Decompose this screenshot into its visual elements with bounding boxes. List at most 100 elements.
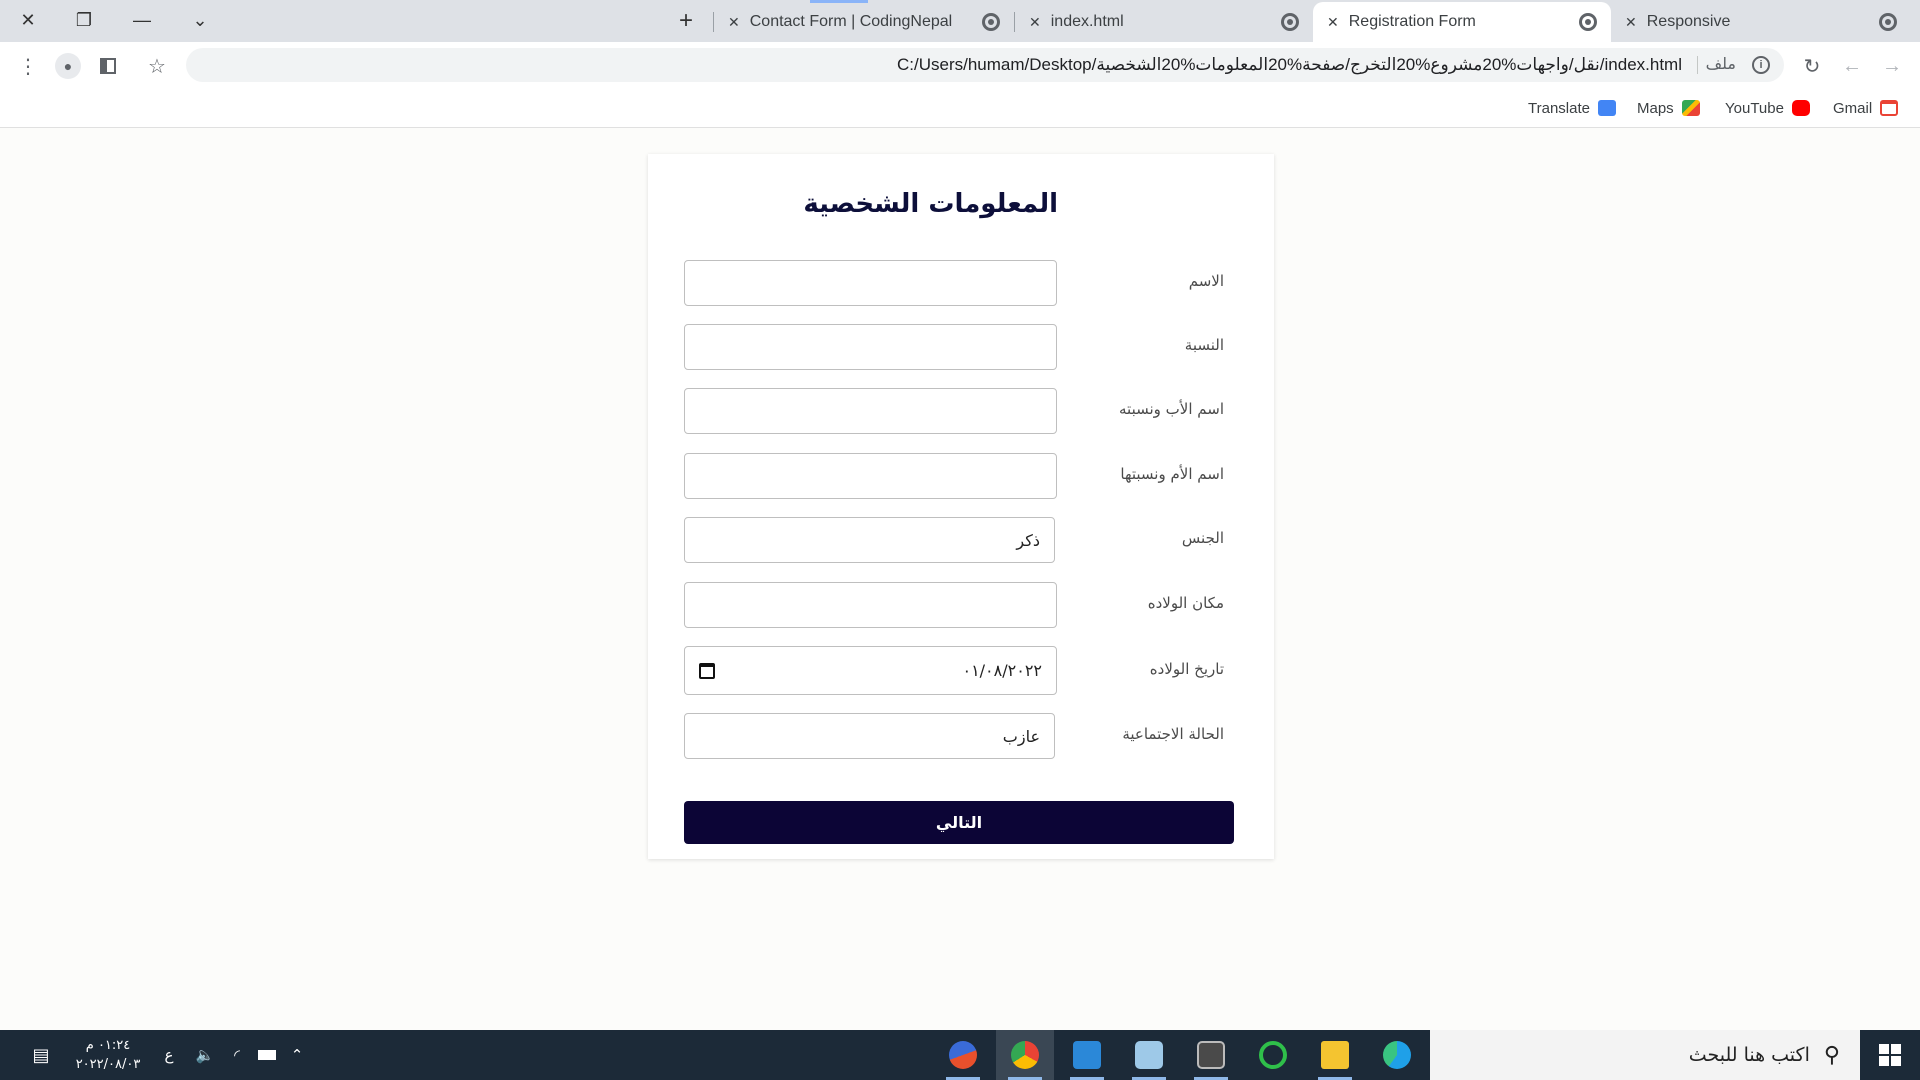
father-name-label: اسم الأب ونسبته (1119, 400, 1224, 418)
birth-place-label: مكان الولاده (1147, 594, 1224, 612)
show-hidden-icons-button[interactable]: ⌃ (284, 1042, 310, 1068)
tab-responsive[interactable]: ✕ Responsive (1611, 2, 1911, 42)
tab-registration-form[interactable]: ✕ Registration Form (1313, 2, 1611, 42)
minimize-window-button[interactable]: — (122, 6, 162, 34)
youtube-icon (1791, 100, 1810, 116)
back-button[interactable]: ← (1836, 50, 1868, 82)
taskbar-app-paint-tool[interactable] (934, 1030, 992, 1080)
birth-place-input[interactable] (684, 582, 1057, 628)
mother-name-input[interactable] (684, 453, 1057, 499)
calendar-icon[interactable] (699, 662, 715, 679)
gender-selected-value: ذكر (1016, 530, 1040, 550)
tab-contact-form[interactable]: ✕ Contact Form | CodingNepal (714, 2, 1014, 42)
language-indicator[interactable]: ع (156, 1042, 182, 1068)
side-panel-icon (100, 58, 116, 74)
close-window-button[interactable]: ✕ (8, 6, 48, 34)
start-button[interactable] (1860, 1030, 1920, 1080)
form-row-mother-name: اسم الأم ونسبتها (684, 453, 1224, 499)
forward-button[interactable]: → (1876, 50, 1908, 82)
personal-info-form: المعلومات الشخصية الاسم النسبة اسم الأب … (648, 154, 1274, 859)
family-name-label: النسبة (1184, 336, 1224, 354)
taskbar-search[interactable]: ⚲ اكتب هنا للبحث (1430, 1030, 1860, 1080)
tab-close-icon[interactable]: ✕ (728, 14, 740, 31)
birth-date-input[interactable]: ٠١/٠٨/٢٠٢٢ (684, 646, 1057, 695)
chrome-icon (1011, 1041, 1039, 1069)
tab-close-icon[interactable]: ✕ (1625, 14, 1637, 31)
bookmark-gmail[interactable]: Gmail (1833, 96, 1899, 120)
translate-icon (1597, 100, 1616, 116)
next-button[interactable]: التالي (684, 801, 1234, 844)
browser-toolbar: ⋮ ● ☆ ⤶ C:/Users/humam/Desktop/نقل/واجها… (0, 42, 1920, 88)
globe-icon (982, 13, 1000, 31)
globe-icon (1879, 13, 1897, 31)
tab-close-icon[interactable]: ✕ (1029, 14, 1041, 31)
edge-icon (1383, 1041, 1411, 1069)
taskbar-app-terminal[interactable] (1182, 1030, 1240, 1080)
mother-name-label: اسم الأم ونسبتها (1120, 465, 1224, 483)
bookmark-maps[interactable]: Maps (1637, 96, 1700, 120)
url-text[interactable]: C:/Users/humam/Desktop/نقل/واجهات%20مشرو… (897, 48, 1682, 82)
taskbar-search-placeholder: اكتب هنا للبحث (1688, 1044, 1810, 1066)
side-panel-button[interactable] (92, 50, 124, 82)
birth-date-value: ٠١/٠٨/٢٠٢٢ (962, 661, 1042, 680)
notifications-icon: ▤ (32, 1044, 50, 1065)
gender-select[interactable]: ذكر (684, 517, 1055, 563)
taskbar-app-notepad[interactable] (1120, 1030, 1178, 1080)
bookmark-label: YouTube (1725, 99, 1784, 117)
first-name-input[interactable] (684, 260, 1057, 306)
taskbar-app-circle[interactable] (1244, 1030, 1302, 1080)
file-explorer-icon (1321, 1041, 1349, 1069)
clock[interactable]: ٠١:٢٤ م ٢٠٢٢/٠٨/٠٣ (68, 1036, 148, 1074)
birth-date-label: تاريخ الولاده (1149, 660, 1224, 678)
family-name-input[interactable] (684, 324, 1057, 370)
bookmark-star-button[interactable]: ☆ (141, 50, 173, 82)
taskbar-app-chrome[interactable] (996, 1030, 1054, 1080)
tab-search-button[interactable]: ⌄ (180, 6, 220, 34)
marital-status-select[interactable]: عازب (684, 713, 1055, 759)
first-name-label: الاسم (1188, 272, 1224, 290)
vscode-icon (1073, 1041, 1101, 1069)
speaker-icon: 🔈 (195, 1047, 215, 1064)
bookmark-youtube[interactable]: YouTube (1725, 96, 1810, 120)
restore-icon: ❐ (75, 9, 93, 30)
windows-taskbar: ▤ ٠١:٢٤ م ٢٠٢٢/٠٨/٠٣ ع 🔈 ◜ ⌃ ⚲ اكتب هنا … (0, 1030, 1920, 1080)
reload-button[interactable]: ↻ (1796, 50, 1828, 82)
chevron-down-icon: ⌄ (192, 9, 208, 30)
info-icon[interactable]: i (1752, 56, 1770, 74)
battery-button[interactable] (254, 1042, 280, 1068)
chevron-up-icon: ⌃ (290, 1047, 304, 1064)
close-icon: ✕ (20, 9, 36, 30)
tab-close-icon[interactable]: ✕ (1327, 14, 1339, 31)
father-name-input[interactable] (684, 388, 1057, 434)
gmail-icon (1880, 100, 1899, 116)
notifications-button[interactable]: ▤ (28, 1042, 54, 1068)
network-button[interactable]: ◜ (224, 1042, 250, 1068)
site-scheme-label[interactable]: ملف (1706, 48, 1736, 82)
volume-button[interactable]: 🔈 (192, 1042, 218, 1068)
tab-index-html[interactable]: ✕ index.html (1015, 2, 1313, 42)
clock-time: ٠١:٢٤ م (85, 1038, 131, 1053)
windows-logo-icon (1879, 1044, 1901, 1066)
menu-button[interactable]: ⋮ (12, 50, 44, 82)
profile-icon: ● (55, 53, 81, 79)
star-icon: ☆ (148, 55, 166, 78)
taskbar-app-vscode[interactable] (1058, 1030, 1116, 1080)
page-viewport: المعلومات الشخصية الاسم النسبة اسم الأب … (0, 129, 1920, 1029)
form-title: المعلومات الشخصية (803, 189, 1058, 219)
bookmark-label: Translate (1528, 99, 1590, 117)
form-row-birth-place: مكان الولاده (684, 582, 1224, 628)
clock-date: ٢٠٢٢/٠٨/٠٣ (75, 1057, 141, 1072)
profile-button[interactable]: ● (52, 50, 84, 82)
form-row-birth-date: تاريخ الولاده ٠١/٠٨/٢٠٢٢ (684, 646, 1224, 695)
wifi-icon: ◜ (234, 1047, 240, 1064)
taskbar-app-edge[interactable] (1368, 1030, 1426, 1080)
bookmark-translate[interactable]: Translate (1528, 96, 1616, 120)
address-bar[interactable]: C:/Users/humam/Desktop/نقل/واجهات%20مشرو… (186, 48, 1784, 82)
form-row-father-name: اسم الأب ونسبته (684, 388, 1224, 434)
restore-window-button[interactable]: ❐ (64, 6, 104, 34)
globe-icon (1281, 13, 1299, 31)
taskbar-app-file-explorer[interactable] (1306, 1030, 1364, 1080)
new-tab-button[interactable]: + (668, 6, 704, 36)
battery-icon (258, 1050, 276, 1060)
form-row-marital-status: الحالة الاجتماعية عازب (684, 713, 1224, 759)
